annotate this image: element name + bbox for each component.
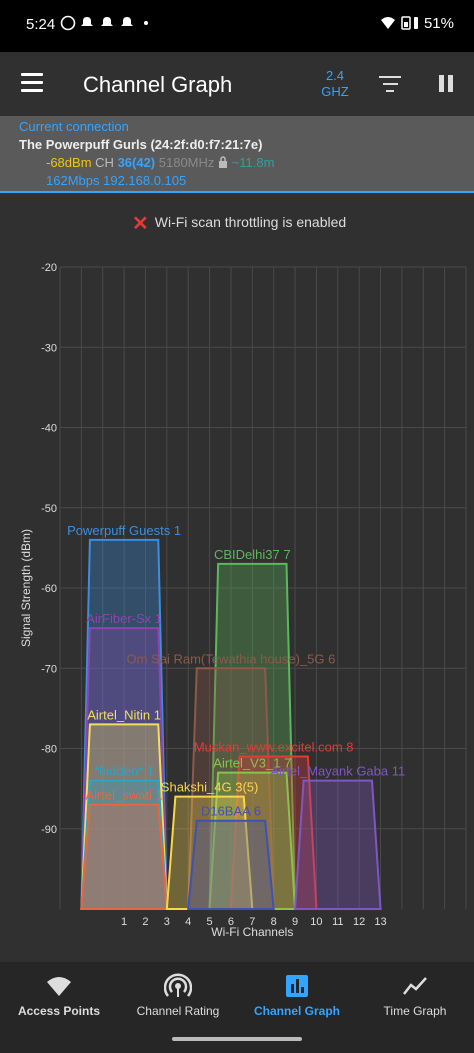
y-tick-label: -90 [41, 824, 57, 836]
wifi-icon [0, 972, 118, 1000]
x-tick-label: 2 [142, 916, 148, 928]
connection-ip: 192.168.0.105 [103, 173, 187, 188]
band-value: 2.4 [325, 68, 345, 83]
channel-series-label: Airtel_Mayank Gaba 11 [270, 764, 405, 779]
connection-distance: ~11.8m [231, 155, 275, 170]
band-unit: GHZ [321, 84, 349, 99]
x-tick-label: 13 [374, 916, 386, 928]
nav-channel-graph[interactable]: Channel Graph [238, 972, 356, 1032]
y-tick-label: -30 [41, 342, 57, 354]
app-bar: Channel Graph 2.4 GHZ [0, 52, 474, 116]
y-tick-label: -50 [41, 503, 57, 515]
nav-label: Channel Rating [136, 1004, 220, 1018]
channel-series-label: AirFiber-Sx 1 [86, 611, 162, 626]
nav-access-points[interactable]: Access Points [0, 972, 118, 1032]
throttle-notice: ✕ Wi-Fi scan throttling is enabled [132, 211, 346, 236]
channel-series-label: Muskan_www.excitel.com 8 [194, 740, 354, 755]
throttle-message: Wi-Fi scan throttling is enabled [154, 214, 347, 230]
channel-series-label: Om Sai Ram(Tewathia house)_5G 6 [127, 651, 336, 666]
channel-series-label: Powerpuff Guests 1 [67, 523, 181, 538]
x-tick-label: 11 [332, 916, 343, 928]
current-connection-label: Current connection [19, 119, 129, 134]
y-tick-label: -70 [41, 663, 57, 675]
channel-series-label: Airtel_Nitin 1 [87, 707, 161, 722]
notification-icons [60, 15, 150, 34]
status-right: 51% [380, 15, 454, 32]
x-tick-label: 4 [185, 916, 191, 928]
connection-network-info: 162Mbps 192.168.0.105 [46, 173, 186, 188]
x-tick-label: 12 [353, 916, 365, 928]
nav-time-graph[interactable]: Time Graph [356, 972, 474, 1032]
battery-percent: 51% [423, 15, 454, 32]
channel-graph-chart[interactable]: -20-30-40-50-60-70-80-901 2 3 4 5 6 7 8 9 10 11 12 1… [0, 240, 474, 960]
connection-details: -68dBm CH 36(42) 5180MHz ~11.8m [46, 155, 274, 170]
channel-series-label: *hidden* 1 [94, 764, 154, 779]
signal-rating-icon [118, 972, 238, 1000]
nav-label: Channel Graph [253, 1004, 340, 1018]
y-tick-label: -40 [41, 423, 57, 435]
menu-icon[interactable] [21, 73, 43, 93]
connection-speed: 162Mbps [46, 173, 100, 188]
current-connection-panel[interactable]: Current connection The Powerpuff Gurls (… [0, 116, 474, 193]
close-x-icon: ✕ [132, 213, 149, 235]
y-axis-label: Signal Strength (dBm) [19, 529, 33, 647]
nav-label: Access Points [17, 1004, 101, 1018]
channel-series-label: CBIDelhi37 7 [214, 547, 291, 562]
line-chart-icon [356, 972, 474, 1000]
wifi-status-icon [380, 16, 418, 30]
nav-label: Time Graph [383, 1004, 447, 1018]
status-bar: 5:24 51% [0, 0, 474, 52]
channel-series-label: D16BAA 6 [201, 804, 261, 819]
nav-channel-rating[interactable]: Channel Rating [118, 972, 238, 1032]
y-tick-label: -60 [41, 583, 57, 595]
page-title: Channel Graph [83, 72, 233, 97]
channel-series-label: Airtel_swati 1 [85, 788, 162, 803]
bar-chart-icon [238, 972, 356, 1000]
channel-series-shape [187, 819, 275, 910]
y-tick-label: -20 [41, 262, 57, 274]
lock-icon [218, 155, 232, 170]
x-axis-label: Wi-Fi Channels [211, 925, 293, 939]
connection-frequency: 5180MHz [158, 155, 215, 170]
home-indicator[interactable] [172, 1037, 302, 1041]
status-time: 5:24 [26, 16, 56, 33]
pause-icon[interactable] [437, 75, 455, 93]
channel-series-shape [293, 779, 382, 910]
x-tick-label: 3 [164, 916, 170, 928]
filter-icon[interactable] [378, 76, 402, 94]
x-tick-label: 10 [310, 916, 322, 928]
y-tick-label: -80 [41, 744, 57, 756]
connection-ssid: The Powerpuff Gurls (24:2f:d0:f7:21:7e) [19, 137, 263, 152]
connection-signal: -68dBm [46, 155, 92, 170]
connection-channel: 36(42) [117, 155, 156, 170]
channel-series-shape [80, 803, 168, 910]
connection-ch-label: CH [95, 155, 114, 170]
band-toggle[interactable]: 2.4 GHZ [314, 68, 356, 100]
channel-series-label: Shakshi_4G 3(5) [161, 780, 259, 795]
x-tick-label: 1 [121, 916, 127, 928]
